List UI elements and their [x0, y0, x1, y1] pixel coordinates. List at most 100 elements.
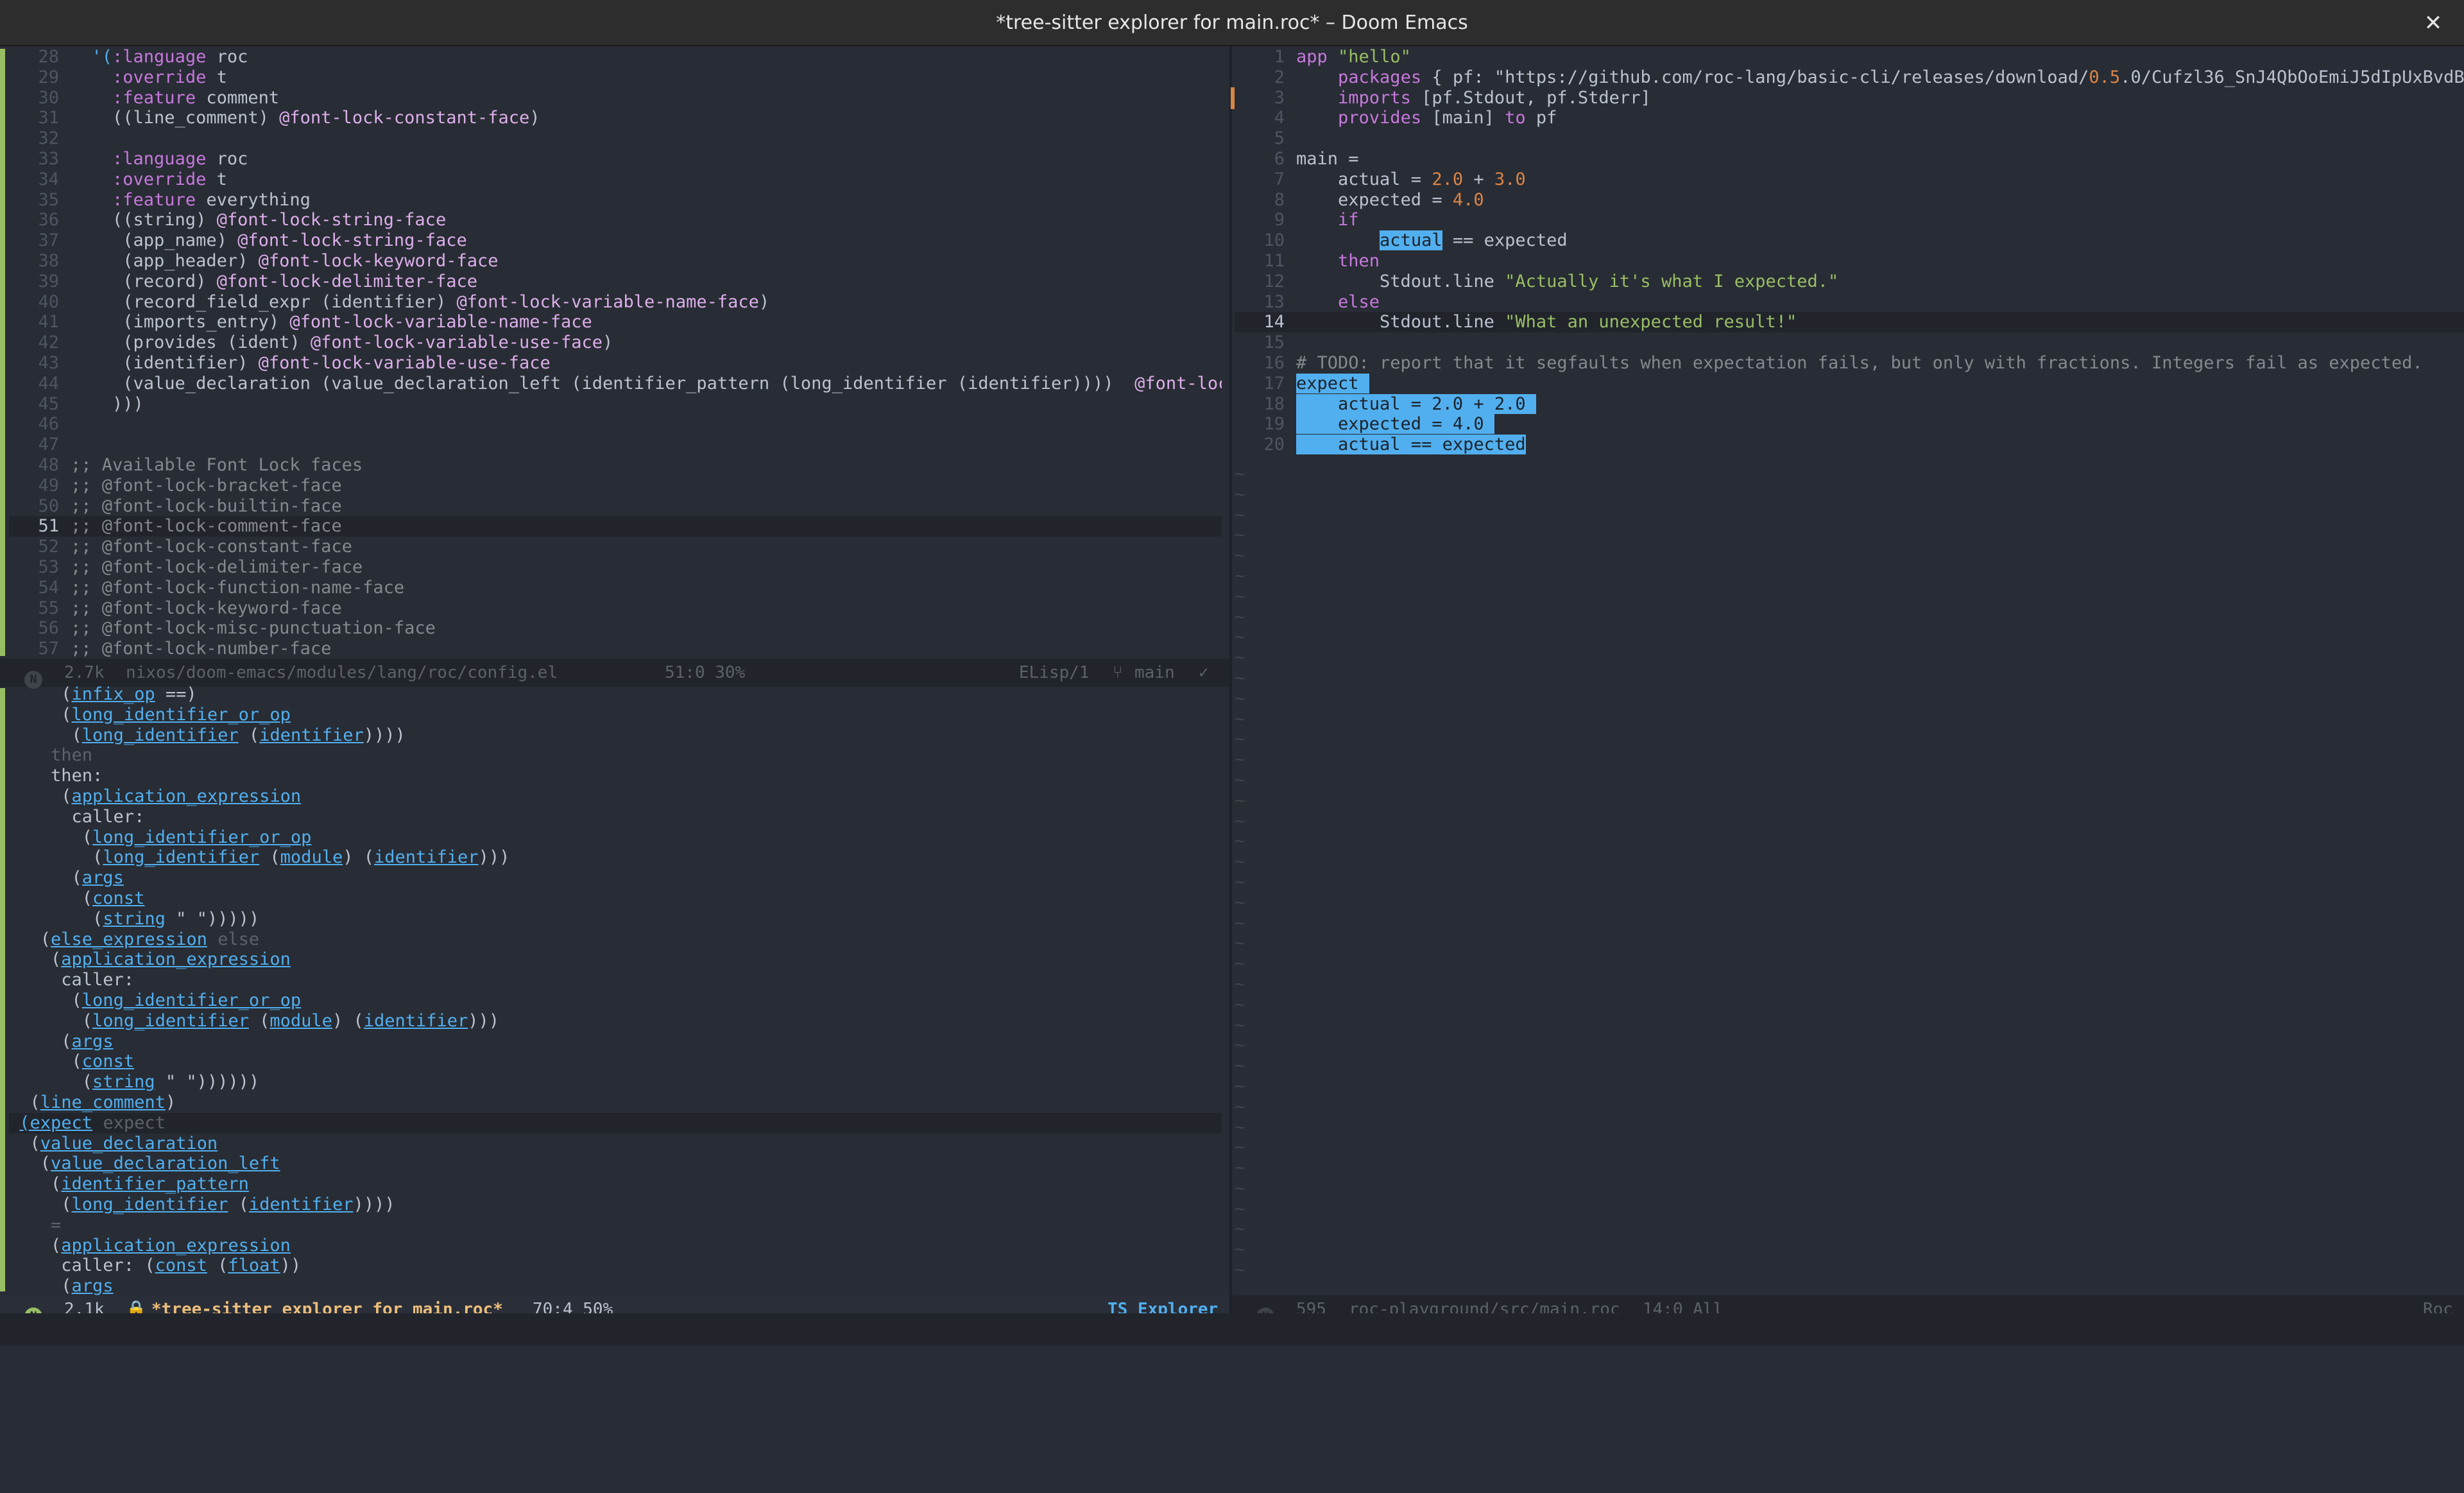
left-line[interactable]: 52 ;; @font-lock-constant-face: [9, 537, 1222, 557]
tree-line[interactable]: (args: [9, 1031, 1222, 1052]
git-branch[interactable]: main: [1134, 659, 1175, 687]
right-line[interactable]: 5: [1235, 128, 2464, 149]
tree-line[interactable]: caller:: [9, 970, 1222, 990]
right-line[interactable]: 12 Stdout.line "Actually it's what I exp…: [1235, 272, 2464, 292]
line-number: 11: [1263, 250, 1285, 271]
right-line[interactable]: 19 expected = 4.0: [1235, 414, 2464, 435]
tree-line[interactable]: (long_identifier (module) (identifier))): [9, 1011, 1222, 1031]
right-line[interactable]: 10 actual == expected: [1235, 230, 2464, 251]
tree-line[interactable]: (value_declaration_left: [9, 1153, 1222, 1174]
tilde-marker: ~: [1235, 546, 1245, 566]
window-divider[interactable]: [1229, 46, 1232, 1313]
left-line[interactable]: 28 '(:language roc: [9, 47, 1222, 67]
left-line[interactable]: 35 :feature everything: [9, 190, 1222, 211]
left-line[interactable]: 29 :override t: [9, 67, 1222, 88]
code-text: Stdout.line "What an unexpected result!": [1296, 312, 1797, 332]
code-text: =: [9, 1214, 62, 1235]
line-number: 32: [38, 128, 59, 149]
tree-line[interactable]: then: [9, 745, 1222, 766]
right-line[interactable]: 1 app "hello": [1235, 47, 2464, 67]
left-line[interactable]: 34 :override t: [9, 169, 1222, 190]
tree-line[interactable]: (args: [9, 868, 1222, 888]
left-line[interactable]: 43 (identifier) @font-lock-variable-use-…: [9, 353, 1222, 374]
left-line[interactable]: 48 ;; Available Font Lock faces: [9, 455, 1222, 476]
tree-line[interactable]: (identifier_pattern: [9, 1174, 1222, 1195]
left-line[interactable]: 32: [9, 128, 1222, 149]
left-line[interactable]: 38 (app_header) @font-lock-keyword-face: [9, 251, 1222, 272]
tree-line[interactable]: (long_identifier_or_op: [9, 990, 1222, 1011]
tree-line[interactable]: =: [9, 1215, 1222, 1236]
main-roc-editor[interactable]: 1 app "hello" 2 packages { pf: "https://gi…: [1235, 47, 2464, 464]
right-line[interactable]: 9 if: [1235, 210, 2464, 230]
right-line[interactable]: 6 main =: [1235, 149, 2464, 169]
left-line[interactable]: 40 (record_field_expr (identifier) @font…: [9, 292, 1222, 313]
tree-line[interactable]: (string " "))))): [9, 909, 1222, 929]
tree-line[interactable]: (long_identifier_or_op: [9, 705, 1222, 725]
config-el-editor[interactable]: 28 '(:language roc 29 :override t 30 :feat…: [9, 47, 1222, 659]
right-line[interactable]: 18 actual = 2.0 + 2.0: [1235, 393, 2464, 415]
tilde-marker: ~: [1235, 627, 1245, 648]
right-line[interactable]: 11 then: [1235, 251, 2464, 272]
tree-line[interactable]: (value_declaration: [9, 1134, 1222, 1154]
left-line[interactable]: 37 (app_name) @font-lock-string-face: [9, 230, 1222, 251]
left-line[interactable]: 31 ((line_comment) @font-lock-constant-f…: [9, 108, 1222, 128]
right-line[interactable]: 14 Stdout.line "What an unexpected resul…: [1235, 312, 2464, 333]
left-line[interactable]: 45 ))): [9, 394, 1222, 415]
buffer-path[interactable]: nixos/doom-emacs/modules/lang/roc/config…: [126, 659, 558, 687]
left-line[interactable]: 42 (provides (ident) @font-lock-variable…: [9, 332, 1222, 353]
right-line[interactable]: 2 packages { pf: "https://github.com/roc…: [1235, 67, 2464, 88]
line-number: 17: [1263, 373, 1285, 393]
close-icon[interactable]: ✕: [2414, 0, 2452, 46]
tree-line[interactable]: (string " ")))))): [9, 1072, 1222, 1092]
left-line[interactable]: 55 ;; @font-lock-keyword-face: [9, 598, 1222, 619]
tree-line[interactable]: (const: [9, 1051, 1222, 1072]
tree-line[interactable]: (application_expression: [9, 1236, 1222, 1256]
code-text: packages { pf: "https://github.com/roc-l…: [1338, 67, 2464, 87]
left-line[interactable]: 49 ;; @font-lock-bracket-face: [9, 476, 1222, 496]
tree-sitter-explorer[interactable]: (infix_op ==) (long_identifier_or_op (lo…: [9, 684, 1222, 1295]
right-line[interactable]: 16 # TODO: report that it segfaults when …: [1235, 353, 2464, 374]
tree-line[interactable]: then:: [9, 766, 1222, 786]
right-line[interactable]: 7 actual = 2.0 + 3.0: [1235, 169, 2464, 190]
code-text: (application_expression: [9, 786, 302, 806]
major-mode[interactable]: ELisp/1: [1019, 659, 1090, 687]
left-line[interactable]: 51 ;; @font-lock-comment-face: [9, 516, 1222, 537]
left-line[interactable]: 33 :language roc: [9, 149, 1222, 169]
left-line[interactable]: 30 :feature comment: [9, 88, 1222, 108]
right-line[interactable]: 20 actual == expected: [1235, 435, 2464, 455]
code-text: ;; @font-lock-keyword-face: [71, 598, 342, 618]
tree-line[interactable]: (application_expression: [9, 786, 1222, 807]
line-number: 52: [38, 537, 59, 557]
tree-line[interactable]: (line_comment): [9, 1092, 1222, 1113]
tree-line[interactable]: (expect expect: [9, 1112, 1222, 1134]
tree-line[interactable]: caller:: [9, 807, 1222, 827]
left-line[interactable]: 50 ;; @font-lock-builtin-face: [9, 496, 1222, 517]
tree-line[interactable]: (args: [9, 1276, 1222, 1295]
right-line[interactable]: 8 expected = 4.0: [1235, 190, 2464, 211]
left-line[interactable]: 39 (record) @font-lock-delimiter-face: [9, 272, 1222, 292]
left-line[interactable]: 54 ;; @font-lock-function-name-face: [9, 578, 1222, 598]
left-line[interactable]: 44 (value_declaration (value_declaration…: [9, 374, 1222, 394]
left-line[interactable]: 47: [9, 435, 1222, 455]
left-line[interactable]: 53 ;; @font-lock-delimiter-face: [9, 557, 1222, 578]
right-line[interactable]: 15: [1235, 332, 2464, 353]
left-line[interactable]: 46: [9, 414, 1222, 435]
tree-line[interactable]: (long_identifier (module) (identifier))): [9, 847, 1222, 868]
tree-line[interactable]: caller: (const (float)): [9, 1256, 1222, 1276]
right-line[interactable]: 3 imports [pf.Stdout, pf.Stderr]: [1235, 88, 2464, 108]
tree-line[interactable]: (long_identifier (identifier)))): [9, 1195, 1222, 1215]
right-line[interactable]: 13 else: [1235, 292, 2464, 313]
tree-line[interactable]: (long_identifier (identifier)))): [9, 725, 1222, 746]
tree-line[interactable]: (const: [9, 888, 1222, 909]
left-line[interactable]: 57 ;; @font-lock-number-face: [9, 639, 1222, 659]
right-line[interactable]: 4 provides [main] to pf: [1235, 108, 2464, 128]
left-line[interactable]: 36 ((string) @font-lock-string-face: [9, 210, 1222, 230]
right-line[interactable]: 17 expect: [1235, 373, 2464, 394]
tree-line[interactable]: (infix_op ==): [9, 684, 1222, 705]
tree-line[interactable]: (application_expression: [9, 949, 1222, 970]
left-line[interactable]: 41 (imports_entry) @font-lock-variable-n…: [9, 312, 1222, 332]
tree-line[interactable]: (else_expression else: [9, 929, 1222, 950]
line-number: 30: [38, 87, 59, 108]
tree-line[interactable]: (long_identifier_or_op: [9, 827, 1222, 848]
left-line[interactable]: 56 ;; @font-lock-misc-punctuation-face: [9, 618, 1222, 639]
